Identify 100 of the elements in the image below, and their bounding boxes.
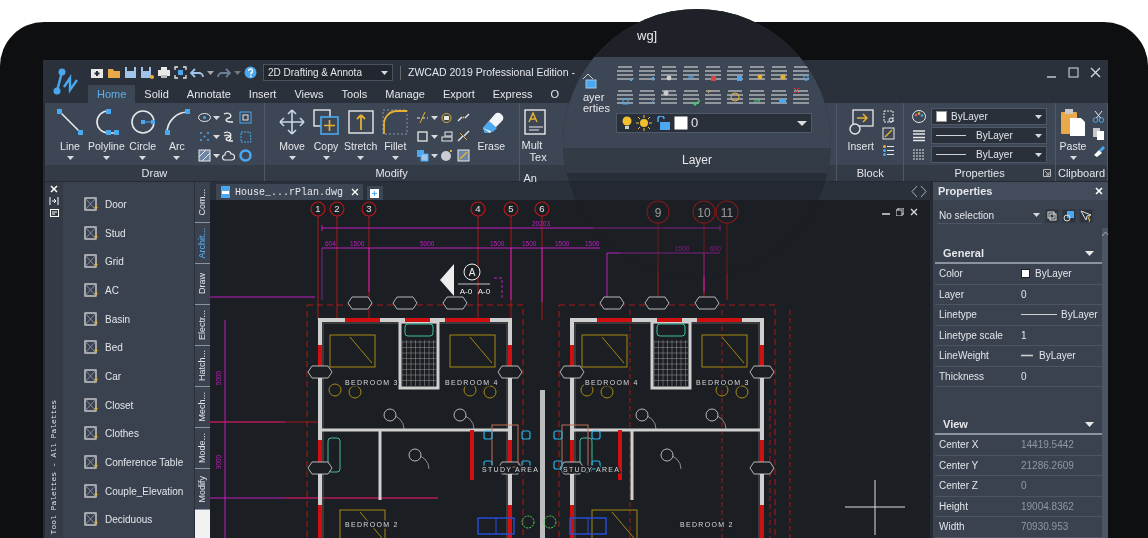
ribbon-tab[interactable]: Tools [332, 85, 377, 103]
ribbon-tab[interactable]: Annotate [177, 85, 240, 103]
layer-dropdown[interactable]: 0 [616, 113, 812, 133]
palette-tab[interactable]: Mode... [195, 428, 210, 469]
color-swatch-icon [674, 116, 688, 130]
panel-title: Modify [264, 165, 519, 181]
line-tool-button[interactable]: Line [53, 103, 87, 160]
block-symbol-icon [83, 367, 100, 385]
palette-tab[interactable]: Mech... [195, 387, 210, 428]
ribbon-tab[interactable]: Manage [376, 85, 434, 103]
caret-icon [1033, 213, 1040, 217]
selection-dropdown[interactable]: No selection [937, 207, 1042, 224]
fillet-tool-button[interactable]: Fillet [378, 103, 413, 160]
lineweight-dropdown[interactable]: ByLayer [931, 127, 1048, 144]
caret-icon [212, 153, 220, 158]
circle-tool-button[interactable]: Circle [125, 103, 160, 160]
unlock-icon [655, 116, 671, 130]
workspace-dropdown[interactable]: 2D Drafting & Annota [263, 64, 393, 81]
save-icon [124, 66, 137, 79]
scrollbar[interactable] [1101, 228, 1108, 538]
palette-item[interactable]: Grid [63, 247, 194, 277]
palette-tab[interactable]: Modify [195, 469, 210, 510]
ribbon-tab[interactable]: Express [483, 85, 542, 103]
palette-item[interactable]: AC [63, 276, 194, 305]
palette-item[interactable]: Clothes [63, 419, 194, 449]
ribbon-tab[interactable]: Views [285, 85, 333, 103]
close-icon [1095, 187, 1103, 195]
palette-title: Tool Palettes - All Palettes [48, 399, 59, 534]
palette-tab[interactable]: Hatch... [195, 346, 210, 387]
layer-tool-icon [660, 64, 678, 82]
caret-icon [431, 134, 439, 139]
ribbon-tab[interactable]: Solid [135, 85, 178, 103]
caret-icon [1035, 133, 1043, 138]
erase-tool-button[interactable]: Erase [474, 103, 509, 153]
palette-tab[interactable]: Draw [195, 264, 210, 305]
palette-item[interactable]: Conference Table [63, 448, 194, 477]
line-sample-icon [1021, 313, 1057, 317]
new-tab-button[interactable] [367, 186, 384, 200]
ribbon-tab[interactable]: O [541, 85, 569, 103]
view-label: A-0 [477, 287, 491, 296]
color-dropdown[interactable]: ByLayer [931, 108, 1048, 125]
block-symbol-icon [83, 454, 100, 472]
palette-tab[interactable]: Archit... [195, 223, 210, 264]
stretch-tool-button[interactable]: Stretch [343, 103, 379, 160]
caret-icon [288, 156, 296, 160]
lineweight-icon [912, 129, 927, 142]
property-value[interactable]: ByLayer [1061, 307, 1098, 323]
panel-title: Properties [904, 165, 1055, 181]
ribbon-tab[interactable]: Home [88, 85, 136, 103]
create-block-icon [881, 110, 895, 123]
palette-tab[interactable]: Electr... [195, 305, 210, 346]
copy-tool-button[interactable]: Copy [309, 103, 343, 160]
block-symbol-icon [83, 224, 100, 242]
grid-bubble: 6 [534, 201, 550, 217]
ribbon-tab[interactable]: Insert [239, 85, 286, 103]
palette-item[interactable]: Bed [63, 333, 194, 363]
folder-icon [107, 66, 121, 79]
dwg-file-icon [220, 186, 231, 198]
join-icon [457, 130, 471, 143]
caret-icon [391, 156, 399, 160]
section-header[interactable]: General [935, 244, 1102, 264]
caret-icon [139, 156, 147, 160]
multiline-text-button[interactable]: Mult Tex [521, 103, 550, 163]
palette-item[interactable]: Door [63, 190, 194, 219]
property-value[interactable]: ByLayer [1035, 266, 1072, 282]
property-value[interactable]: ByLayer [1039, 348, 1076, 364]
layer-tool-icon [770, 88, 788, 106]
palette-tab[interactable]: Com... [195, 182, 210, 223]
new-file-icon [90, 66, 104, 79]
linetype-dropdown[interactable]: ByLayer [931, 146, 1048, 163]
property-value[interactable]: 0 [1021, 286, 1027, 302]
ribbon-tab[interactable]: Export [434, 85, 484, 103]
break-icon [457, 111, 471, 124]
close-icon [1089, 67, 1101, 78]
property-value[interactable]: 0 [1021, 368, 1027, 384]
block-symbol-icon [83, 195, 100, 213]
panel-title: Draw [45, 165, 264, 181]
property-label: Center Y [939, 458, 980, 473]
layer-tool-icon [638, 64, 656, 82]
layer-tool-icon [704, 64, 722, 82]
document-tab[interactable]: House_...rPlan.dwg [216, 184, 364, 200]
property-value[interactable]: 1 [1021, 327, 1027, 343]
palette-item[interactable]: Couple_Elevation [63, 476, 194, 506]
layer-properties-button[interactable]: ayer erties [583, 57, 613, 148]
palette-item[interactable]: Closet [63, 390, 194, 420]
close-button[interactable] [1095, 187, 1103, 195]
close-icon [351, 188, 360, 196]
boundary-icon [238, 130, 252, 143]
auto-hide-icon [49, 197, 59, 205]
polyline-tool-button[interactable]: Polyline [87, 103, 126, 160]
caret-icon [212, 134, 220, 139]
section-header[interactable]: View [935, 415, 1102, 435]
palette-item[interactable]: Stud [63, 218, 194, 248]
linetype-icon [912, 148, 927, 161]
palette-item[interactable]: Basin [63, 304, 194, 334]
palette-item[interactable]: Deciduous [63, 505, 194, 535]
arc-tool-button[interactable]: Arc [159, 103, 194, 160]
palette-item[interactable]: Car [63, 362, 194, 391]
move-tool-button[interactable]: Move [275, 103, 309, 160]
layer-tool-icon [748, 88, 766, 106]
